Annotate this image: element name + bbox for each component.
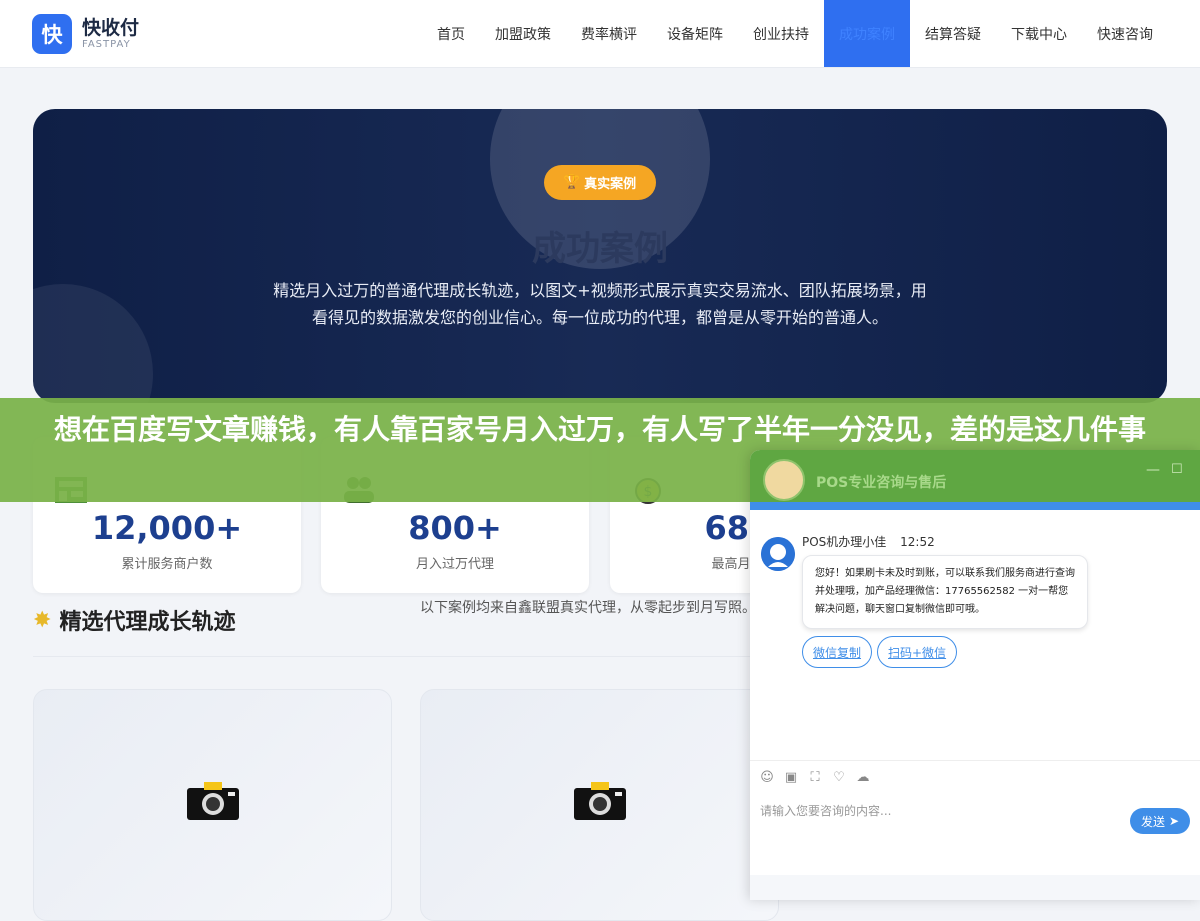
camera-icon [187, 782, 239, 820]
section-subtitle: 以下案例均来自鑫联盟真实代理，从零起步到月写照。 [420, 600, 756, 616]
nav-success-cases[interactable]: 成功案例 [824, 0, 910, 67]
hero-description: 精选月入过万的普通代理成长轨迹，以图文+视频形式展示真实交易流水、团队拓展场景，… [273, 281, 927, 327]
send-label: 发送 [1140, 814, 1165, 829]
nav-devices[interactable]: 设备矩阵 [652, 0, 738, 67]
nav-home[interactable]: 首页 [422, 0, 480, 67]
chat-header: POS专业咨询与售后 — ☐ [750, 450, 1200, 502]
case-card[interactable] [420, 689, 779, 921]
message-meta: POS机办理小佳 12:52 [802, 533, 935, 550]
rate-icon[interactable]: ♡ [832, 770, 846, 785]
star-icon: ✸ [33, 607, 52, 633]
nav-settlement-faq[interactable]: 结算答疑 [910, 0, 996, 67]
chat-footer [750, 875, 1200, 900]
logo[interactable]: 快 快收付 FASTPAY [32, 14, 139, 54]
stat-value: 12,000+ [91, 509, 243, 547]
camera-icon [574, 782, 626, 820]
article-title: 想在百度写文章赚钱，有人靠百家号月入过万，有人写了半年一分没见，差的是这几件事 [53, 413, 1146, 446]
logo-name: 快收付 [82, 16, 140, 39]
nav-startup-support[interactable]: 创业扶持 [738, 0, 824, 67]
stat-label: 累计服务商户数 [121, 557, 213, 572]
send-button[interactable]: 发送 ➤ [1130, 808, 1190, 834]
message-bubble: 您好！如果刷卡未及时到账，可以联系我们服务商进行查询并处理哦，加产品经理微信：1… [802, 555, 1088, 629]
agent-avatar-icon [761, 537, 795, 571]
decor-circle [33, 284, 153, 403]
hero-badge: 🏆 真实案例 [544, 165, 656, 200]
agent-avatar [763, 459, 805, 501]
hero-badge-label: 真实案例 [584, 177, 637, 192]
main-nav: 首页 加盟政策 费率横评 设备矩阵 创业扶持 成功案例 结算答疑 下载中心 快速… [422, 0, 1168, 67]
trophy-icon: 🏆 [563, 175, 581, 190]
hero-title: 成功案例 [532, 229, 668, 269]
nav-quick-consult[interactable]: 快速咨询 [1082, 0, 1168, 67]
emoji-icon[interactable]: ☺ [760, 770, 774, 785]
chat-widget: POS专业咨询与售后 — ☐ POS机办理小佳 12:52 您好！如果刷卡未及时… [750, 450, 1200, 900]
image-icon[interactable]: ▣ [784, 770, 798, 785]
minimize-icon[interactable]: — [1146, 462, 1160, 478]
copy-wechat-button[interactable]: 微信复制 [802, 636, 873, 668]
chat-toolbar: ☺ ▣ ⛶ ♡ ☁ [760, 770, 870, 785]
message-time: 12:52 [900, 535, 935, 549]
send-icon: ➤ [1168, 814, 1180, 828]
logo-mark: 快 [32, 14, 72, 54]
stat-label: 月入过万代理 [415, 557, 494, 572]
divider [750, 760, 1200, 761]
site-header: 快 快收付 FASTPAY 首页 加盟政策 费率横评 设备矩阵 创业扶持 成功案… [0, 0, 1200, 68]
nav-rate-compare[interactable]: 费率横评 [566, 0, 652, 67]
hero-section: 🏆 真实案例 成功案例 精选月入过万的普通代理成长轨迹，以图文+视频形式展示真实… [33, 109, 1167, 403]
section-title-text: 精选代理成长轨迹 [59, 610, 236, 635]
maximize-icon[interactable]: ☐ [1171, 462, 1183, 477]
chat-bubble-icon[interactable]: ☁ [856, 770, 870, 785]
nav-join-policy[interactable]: 加盟政策 [480, 0, 566, 67]
chat-title: POS专业咨询与售后 [816, 475, 947, 491]
screenshot-icon[interactable]: ⛶ [808, 770, 822, 785]
chat-stripe [750, 502, 1200, 510]
stat-value: 800+ [408, 509, 502, 547]
chat-input[interactable]: 请输入您要咨询的内容... [760, 802, 891, 819]
section-title: ✸ 精选代理成长轨迹 [33, 604, 235, 636]
case-card[interactable] [33, 689, 392, 921]
nav-download[interactable]: 下载中心 [996, 0, 1082, 67]
scan-wechat-button[interactable]: 扫码+微信 [877, 636, 958, 668]
logo-subname: FASTPAY [82, 38, 131, 50]
agent-name: POS机办理小佳 [802, 535, 887, 549]
